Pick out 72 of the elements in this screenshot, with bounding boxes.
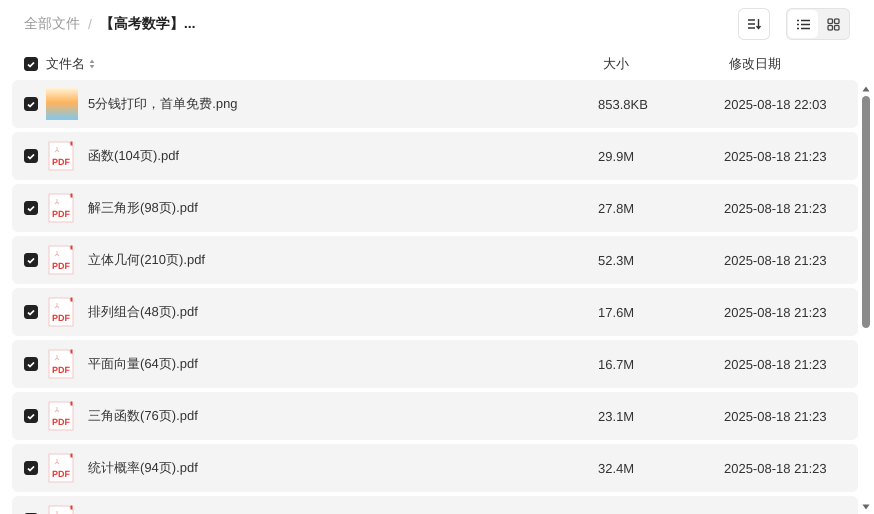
pdf-file-icon: PDF <box>48 245 74 275</box>
sort-button[interactable] <box>738 8 770 40</box>
file-name: 统计概率(94页).pdf <box>88 459 199 477</box>
select-all-checkbox[interactable] <box>24 57 38 71</box>
sort-arrows-icon[interactable] <box>89 59 95 69</box>
file-size: 27.8M <box>598 200 636 216</box>
file-row[interactable]: 5分钱打印，首单免费.png 853.8KB 2025-08-18 22:03 <box>12 80 858 128</box>
checkmark-icon <box>27 60 35 68</box>
file-row[interactable]: PDF 解三角形(98页).pdf 27.8M 2025-08-18 21:23 <box>12 184 858 232</box>
modified-date: 2025-08-18 21:23 <box>724 408 827 424</box>
modified-date: 2025-08-18 21:23 <box>724 252 827 268</box>
list-icon <box>796 18 810 30</box>
file-row[interactable]: PDF 排列组合(48页).pdf 17.6M 2025-08-18 21:23 <box>12 288 858 336</box>
file-checkbox[interactable] <box>24 357 38 371</box>
file-size: 52.3M <box>598 252 636 268</box>
list-view-button[interactable] <box>788 10 818 38</box>
file-size: 23.1M <box>598 408 636 424</box>
checkmark-icon <box>27 256 35 264</box>
file-row[interactable]: PDF 立体几何(210页).pdf 52.3M 2025-08-18 21:23 <box>12 236 858 284</box>
file-checkbox[interactable] <box>24 149 38 163</box>
file-size: 17.6M <box>598 304 636 320</box>
modified-date: 2025-08-18 21:23 <box>724 148 827 164</box>
pdf-file-icon: PDF <box>48 193 74 223</box>
file-checkbox[interactable] <box>24 409 38 423</box>
checkmark-icon <box>27 308 35 316</box>
grid-icon <box>826 18 840 30</box>
file-size: 16.7M <box>598 356 636 372</box>
file-row[interactable]: PDF 函数(104页).pdf 29.9M 2025-08-18 21:23 <box>12 132 858 180</box>
pdf-file-icon: PDF <box>48 453 74 483</box>
file-row[interactable]: PDF 统计概率(94页).pdf 32.4M 2025-08-18 21:23 <box>12 444 858 492</box>
file-name: 5分钱打印，首单免费.png <box>88 95 239 113</box>
checkmark-icon <box>27 204 35 212</box>
image-thumbnail <box>46 88 78 120</box>
modified-date: 2025-08-18 21:23 <box>724 304 827 320</box>
file-row[interactable]: PDF 三角函数(76页).pdf 23.1M 2025-08-18 21:23 <box>12 392 858 440</box>
file-checkbox[interactable] <box>24 97 38 111</box>
modified-date: 2025-08-18 21:23 <box>724 200 827 216</box>
file-checkbox[interactable] <box>24 305 38 319</box>
file-checkbox[interactable] <box>24 461 38 475</box>
file-row[interactable]: PDF 平面向量(64页).pdf 16.7M 2025-08-18 21:23 <box>12 340 858 388</box>
pdf-file-icon: PDF <box>48 141 74 171</box>
sort-icon <box>747 18 761 30</box>
pdf-file-icon: PDF <box>48 349 74 379</box>
date-column-header: 修改日期 <box>729 55 781 73</box>
file-size: 32.4M <box>598 460 636 476</box>
checkmark-icon <box>27 412 35 420</box>
checkmark-icon <box>27 464 35 472</box>
file-name: 排列组合(48页).pdf <box>88 303 199 321</box>
file-checkbox[interactable] <box>24 253 38 267</box>
size-column-header: 大小 <box>603 55 630 73</box>
breadcrumb-separator: / <box>88 16 92 32</box>
file-name: 解三角形(98页).pdf <box>88 199 199 217</box>
pdf-file-icon: PDF <box>48 401 74 431</box>
file-checkbox[interactable] <box>24 201 38 215</box>
name-column-header[interactable]: 文件名 <box>46 55 85 73</box>
modified-date: 2025-08-18 21:23 <box>724 460 827 476</box>
checkmark-icon <box>27 152 35 160</box>
checkmark-icon <box>27 360 35 368</box>
file-name: 函数(104页).pdf <box>88 147 180 165</box>
scroll-down-icon[interactable] <box>862 504 870 510</box>
pdf-file-icon: PDF <box>48 297 74 327</box>
modified-date: 2025-08-18 22:03 <box>724 96 827 112</box>
checkmark-icon <box>27 100 35 108</box>
modified-date: 2025-08-18 21:23 <box>724 356 827 372</box>
file-name: 平面向量(64页).pdf <box>88 355 199 373</box>
scroll-up-icon[interactable] <box>862 86 870 92</box>
file-size: 853.8KB <box>598 96 649 112</box>
scrollbar-thumb[interactable] <box>862 96 870 328</box>
file-name: 立体几何(210页).pdf <box>88 251 206 269</box>
file-name: 三角函数(76页).pdf <box>88 407 199 425</box>
breadcrumb-current: 【高考数学】... <box>100 15 196 33</box>
file-size: 29.9M <box>598 148 636 164</box>
